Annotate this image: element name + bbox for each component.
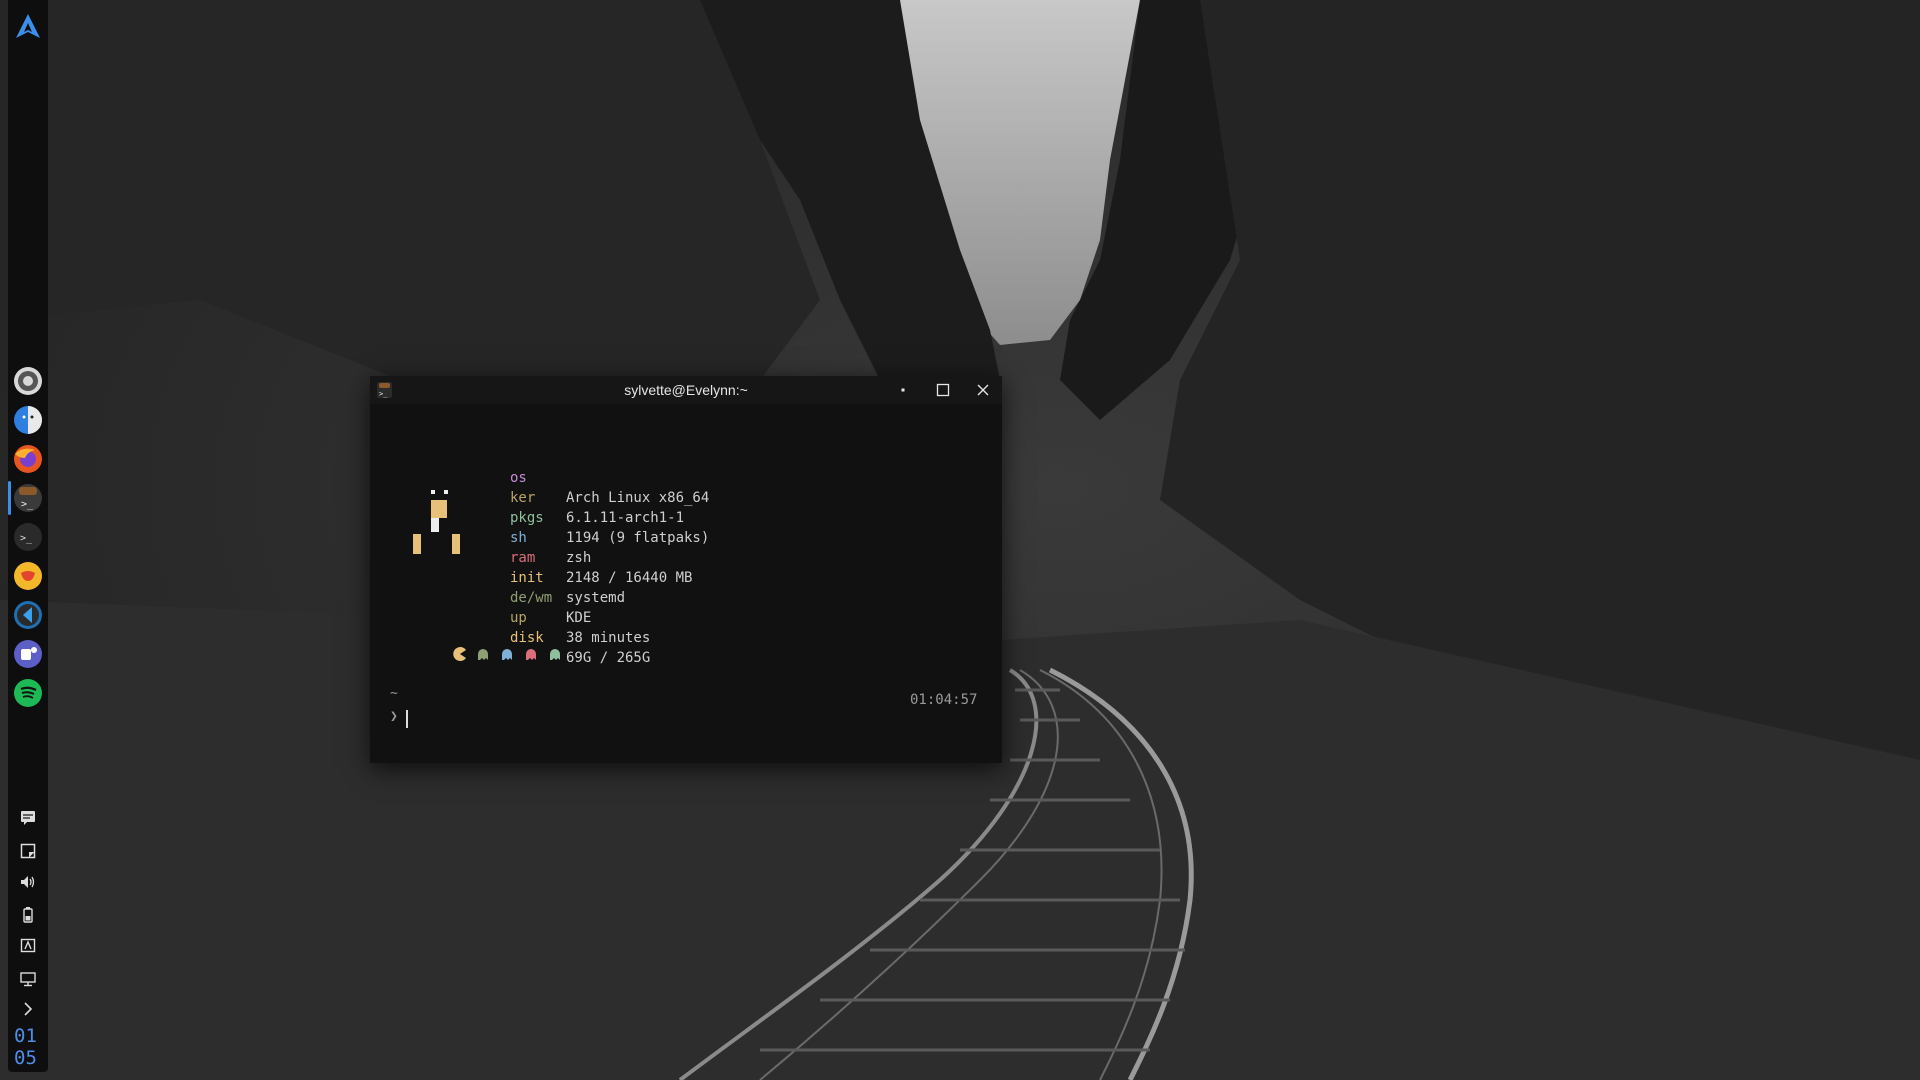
fetch-row-shell: sh zsh: [510, 508, 591, 566]
fetch-value: 2148 / 16440 MB: [566, 570, 693, 586]
fetch-row-init: init systemd: [510, 548, 625, 606]
spotify-icon: [14, 679, 42, 707]
fetch-row-packages: pkgs 1194 (9 flatpaks): [510, 488, 709, 546]
pacman-ghosts-decoration: [453, 647, 560, 661]
prompt-symbol: ❯: [390, 709, 398, 724]
battery-icon: [23, 907, 33, 923]
clock-minute: 05: [14, 1047, 37, 1069]
volume-icon: [21, 876, 35, 888]
task-vscode[interactable]: [12, 599, 44, 631]
pacman-icon: [453, 647, 466, 661]
task-finder[interactable]: [12, 404, 44, 436]
fetch-row-uptime: up 38 minutes: [510, 588, 650, 646]
fetch-value: 38 minutes: [566, 630, 651, 646]
firefox-icon: [14, 445, 42, 473]
task-spotify[interactable]: [12, 677, 44, 709]
close-button[interactable]: [972, 380, 994, 400]
application-launcher-button[interactable]: [12, 10, 44, 42]
fetch-row-ram: ram 2148 / 16440 MB: [510, 528, 692, 586]
notes-icon: [20, 843, 36, 859]
kde-connect-icon: [20, 972, 36, 987]
fetch-row-disk: disk 69G / 265G: [510, 608, 650, 666]
tray-notifications[interactable]: [18, 808, 38, 828]
window-titlebar[interactable]: >_ sylvette@Evelynn:~: [370, 376, 1002, 404]
teams-icon: [14, 640, 42, 668]
terminal-window[interactable]: >_ sylvette@Evelynn:~ os Arch Linux x86_…: [370, 376, 1002, 763]
tray-battery[interactable]: [18, 905, 38, 925]
tray-expand-button[interactable]: [18, 999, 38, 1019]
maximize-button[interactable]: [932, 380, 954, 400]
clock-hour: 01: [14, 1025, 37, 1047]
task-konsole[interactable]: >_: [12, 482, 44, 514]
terminal-icon: >_: [14, 523, 42, 551]
fetch-value: 69G / 265G: [566, 650, 651, 666]
tray-display[interactable]: [18, 936, 38, 956]
ghost-icon: [502, 649, 512, 660]
ghost-icon: [478, 649, 488, 660]
ghost-icon: [526, 649, 536, 660]
tray-notes[interactable]: [18, 841, 38, 861]
arch-logo-icon: [16, 14, 40, 38]
terminal-output[interactable]: os Arch Linux x86_64 ker 6.1.11-arch1-1 …: [370, 404, 1002, 763]
finder-icon: [14, 406, 42, 434]
maximize-icon: [936, 383, 950, 397]
fetch-key: disk: [510, 630, 544, 646]
expand-arrow-icon: [24, 1002, 33, 1016]
tray-kde-connect[interactable]: [18, 969, 38, 989]
minimize-icon: [901, 388, 905, 392]
task-chat-bot[interactable]: [12, 560, 44, 592]
fetch-value: 1194 (9 flatpaks): [566, 530, 710, 546]
chat-bot-icon: [14, 562, 42, 590]
tray-volume[interactable]: [18, 872, 38, 892]
notifications-icon: [21, 811, 35, 825]
task-terminal[interactable]: >_: [12, 521, 44, 553]
task-teams[interactable]: [12, 638, 44, 670]
fetch-value: 6.1.11-arch1-1: [566, 510, 685, 526]
prompt-time: 01:04:57: [910, 692, 978, 708]
svg-text:>_: >_: [21, 499, 34, 510]
fetch-row-os: os Arch Linux x86_64: [510, 448, 709, 506]
text-cursor: [406, 710, 408, 728]
fetch-row-kernel: ker 6.1.11-arch1-1: [510, 468, 684, 526]
fetch-value: Arch Linux x86_64: [566, 490, 710, 506]
close-icon: [977, 384, 989, 396]
minimize-button[interactable]: [892, 380, 914, 400]
svg-text:>_: >_: [20, 533, 33, 544]
vscode-icon: [14, 601, 42, 629]
task-settings[interactable]: [12, 365, 44, 397]
konsole-icon: >_: [14, 484, 42, 512]
ghost-icon: [550, 649, 560, 660]
task-firefox[interactable]: [12, 443, 44, 475]
fetch-row-de-wm: de/wm KDE: [510, 568, 591, 626]
settings-icon: [14, 367, 42, 395]
left-panel: >_ >_ 01 05: [8, 0, 48, 1072]
display-icon: [20, 938, 36, 953]
fetch-ascii-art: [413, 490, 460, 554]
prompt-cwd: ~: [390, 686, 398, 701]
digital-clock[interactable]: 01 05: [14, 1025, 44, 1069]
active-task-indicator: [8, 481, 11, 515]
